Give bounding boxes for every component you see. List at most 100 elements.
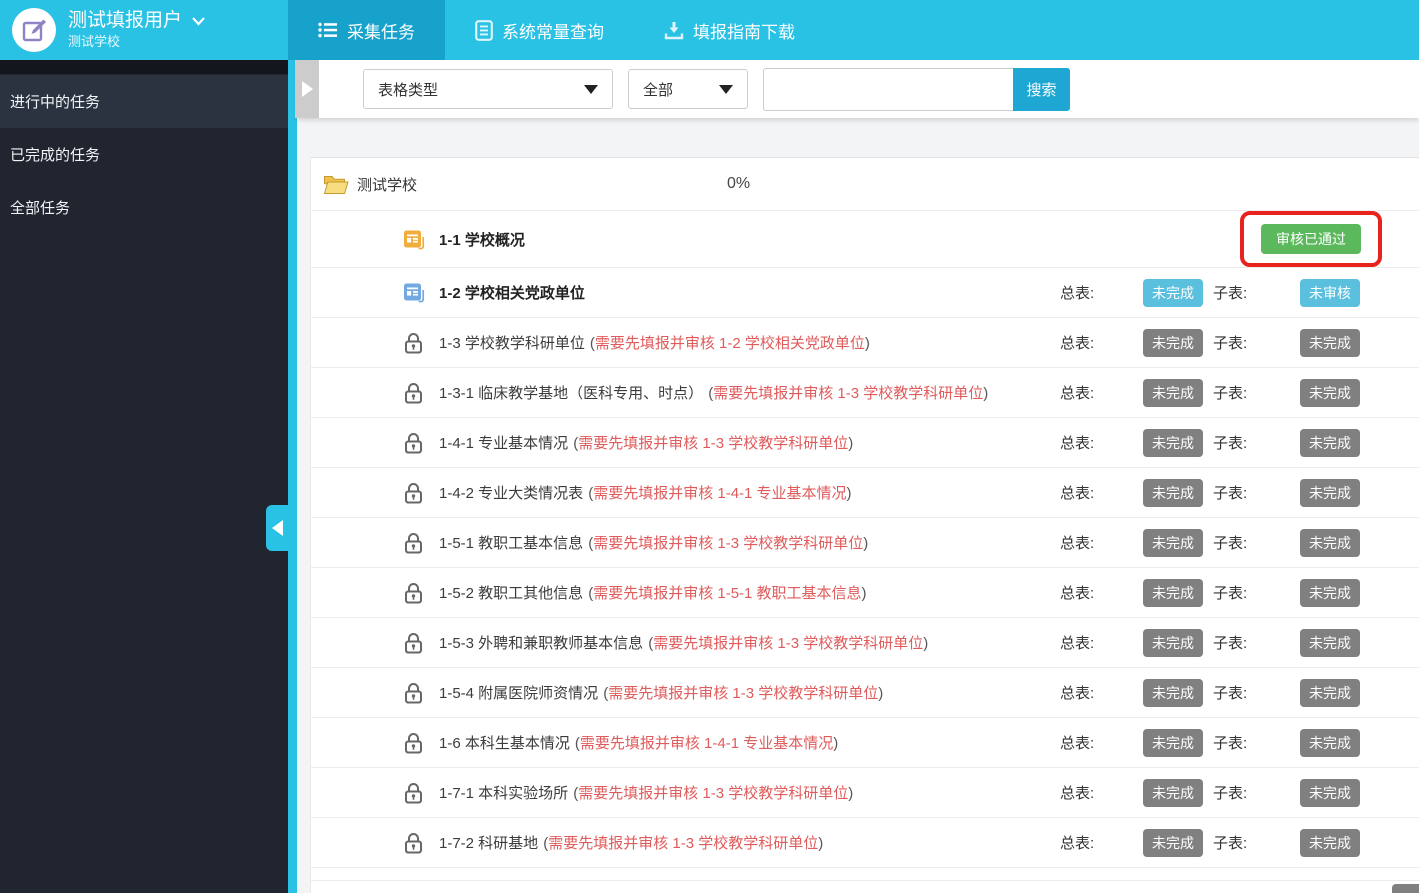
task-row[interactable]: 1-3 学校教学科研单位 (需要先填报并审核 1-2 学校相关党政单位) 总表:… (311, 318, 1419, 368)
task-row[interactable]: 1-3-1 临床教学基地（医科专用、时点） (需要先填报并审核 1-3 学校教学… (311, 368, 1419, 418)
status-area: 总表: 未完成 子表: 未完成 (1060, 828, 1419, 857)
status-badge: 未完成 (1143, 628, 1203, 657)
task-dependency-note: (需要先填报并审核 1-3 学校教学科研单位) (573, 785, 854, 802)
task-row[interactable]: 1-4-2 专业大类情况表 (需要先填报并审核 1-4-1 专业基本情况) 总表… (311, 468, 1419, 518)
tab-guide-download[interactable]: 填报指南下载 (634, 0, 825, 60)
caret-down-icon (584, 84, 598, 94)
task-row[interactable]: 1-2 学校相关党政单位 总表: 未完成 子表: 未审核 (311, 268, 1419, 318)
status-badge: 未完成 (1300, 328, 1360, 357)
task-row[interactable]: 1-4-1 专业基本情况 (需要先填报并审核 1-3 学校教学科研单位) 总表:… (311, 418, 1419, 468)
status-badge: 未完成 (1143, 728, 1203, 757)
status-filter-select[interactable]: 全部 (628, 69, 748, 109)
top-header: 测试填报用户 测试学校 采集任务 系统常量查询 填报指南下载 (0, 0, 1419, 60)
main-table-label: 总表: (1060, 335, 1095, 352)
user-text: 测试填报用户 测试学校 (68, 10, 206, 50)
status-badge: 未完成 (1300, 828, 1360, 857)
arrow-right-icon (301, 81, 313, 97)
avatar (12, 8, 56, 52)
school-group-row[interactable]: 测试学校 0% (311, 158, 1419, 211)
task-dependency-note: (需要先填报并审核 1-5-1 教职工基本信息) (588, 585, 867, 602)
sidebar-collapse-button[interactable] (266, 505, 289, 551)
main-table-label: 总表: (1060, 835, 1095, 852)
main-table-label: 总表: (1060, 785, 1095, 802)
task-title: 1-3-1 临床教学基地（医科专用、时点） (439, 385, 704, 402)
folder-icon (323, 176, 349, 194)
search-button[interactable]: 搜索 (1013, 67, 1070, 111)
sidebar-item-all-tasks[interactable]: 全部任务 (0, 181, 288, 234)
task-title: 1-2 学校相关党政单位 (439, 285, 585, 302)
status-area: 总表: 未完成 子表: 未完成 (1060, 678, 1419, 707)
sidebar-item-label: 全部任务 (10, 200, 71, 217)
status-badge: 未完成 (1300, 428, 1360, 457)
tab-system-constants[interactable]: 系统常量查询 (445, 0, 634, 60)
lock-icon (403, 831, 429, 855)
sub-table-label: 子表: (1213, 785, 1248, 802)
status-area: 总表: 未完成 子表: 未完成 (1060, 528, 1419, 557)
document-icon (475, 19, 493, 41)
task-row[interactable]: 1-7-2 科研基地 (需要先填报并审核 1-3 学校教学科研单位) 总表: 未完… (311, 818, 1419, 868)
lock-icon (403, 381, 429, 405)
lock-icon (403, 631, 429, 655)
sidebar-item-label: 已完成的任务 (10, 147, 101, 164)
status-badge: 未完成 (1300, 778, 1360, 807)
lock-icon (403, 781, 429, 805)
main-table-label: 总表: (1060, 585, 1095, 602)
tab-label: 系统常量查询 (502, 22, 604, 42)
task-row[interactable]: 1-5-1 教职工基本信息 (需要先填报并审核 1-3 学校教学科研单位) 总表… (311, 518, 1419, 568)
sub-table-label: 子表: (1213, 435, 1248, 452)
table-type-select[interactable]: 表格类型 (363, 69, 613, 109)
sidebar-item-completed-tasks[interactable]: 已完成的任务 (0, 128, 288, 181)
task-row[interactable]: 1-1 学校概况 审核已通过 (311, 211, 1419, 268)
task-dependency-note: (需要先填报并审核 1-4-1 专业基本情况) (574, 735, 839, 752)
status-area: 总表: 未完成 子表: 未完成 (1060, 728, 1419, 757)
lock-icon (403, 731, 429, 755)
task-title: 1-5-1 教职工基本信息 (439, 535, 584, 552)
status-badge: 未完成 (1300, 478, 1360, 507)
main-table-label: 总表: (1060, 735, 1095, 752)
tab-label: 采集任务 (347, 22, 415, 42)
task-row[interactable]: 1-5-2 教职工其他信息 (需要先填报并审核 1-5-1 教职工基本信息) 总… (311, 568, 1419, 618)
sidebar: 进行中的任务 已完成的任务 全部任务 (0, 60, 288, 893)
task-row[interactable]: 1-5-3 外聘和兼职教师基本信息 (需要先填报并审核 1-3 学校教学科研单位… (311, 618, 1419, 668)
task-row[interactable]: 1-5-4 附属医院师资情况 (需要先填报并审核 1-3 学校教学科研单位) 总… (311, 668, 1419, 718)
task-title: 1-7-1 本科实验场所 (439, 785, 569, 802)
task-dependency-note: (需要先填报并审核 1-3 学校教学科研单位) (708, 385, 989, 402)
group-name: 测试学校 (357, 176, 418, 194)
main-table-label: 总表: (1060, 685, 1095, 702)
main-table-label: 总表: (1060, 435, 1095, 452)
main-table-label: 总表: (1060, 385, 1095, 402)
task-row[interactable]: 1-6 本科生基本情况 (需要先填报并审核 1-4-1 专业基本情况) 总表: 未… (311, 718, 1419, 768)
task-dependency-note: (需要先填报并审核 1-3 学校教学科研单位) (543, 835, 824, 852)
sub-table-label: 子表: (1213, 635, 1248, 652)
lock-icon (403, 331, 429, 355)
app-window: 测试填报用户 测试学校 采集任务 系统常量查询 填报指南下载 进行中的任务 已完… (0, 0, 1419, 893)
task-dependency-note: (需要先填报并审核 1-3 学校教学科研单位) (603, 685, 884, 702)
list-icon (318, 22, 337, 38)
partial-status-badge (1392, 884, 1419, 893)
search-input[interactable] (763, 67, 1013, 111)
sub-table-label: 子表: (1213, 585, 1248, 602)
main-nav: 采集任务 系统常量查询 填报指南下载 (288, 0, 825, 60)
status-area: 总表: 未完成 子表: 未完成 (1060, 428, 1419, 457)
status-badge: 未完成 (1143, 778, 1203, 807)
panel-expand-handle[interactable] (295, 60, 319, 118)
task-row[interactable]: 1-7-1 本科实验场所 (需要先填报并审核 1-3 学校教学科研单位) 总表:… (311, 768, 1419, 818)
lock-icon (403, 581, 429, 605)
sub-table-label: 子表: (1213, 335, 1248, 352)
status-badge: 未完成 (1300, 578, 1360, 607)
status-badge: 未完成 (1300, 678, 1360, 707)
status-badge: 未完成 (1143, 378, 1203, 407)
status-badge: 未完成 (1300, 628, 1360, 657)
tab-collection-tasks[interactable]: 采集任务 (288, 0, 445, 60)
task-dependency-note: (需要先填报并审核 1-3 学校教学科研单位) (573, 435, 854, 452)
status-badge: 未完成 (1143, 278, 1203, 307)
user-menu[interactable]: 测试填报用户 测试学校 (0, 0, 288, 60)
search-group: 搜索 (763, 67, 1070, 111)
status-badge: 未完成 (1300, 378, 1360, 407)
lock-icon (403, 431, 429, 455)
task-dependency-note: (需要先填报并审核 1-3 学校教学科研单位) (648, 635, 929, 652)
sub-table-label: 子表: (1213, 735, 1248, 752)
status-area: 总表: 未完成 子表: 未完成 (1060, 578, 1419, 607)
status-badge: 未完成 (1143, 678, 1203, 707)
sidebar-item-in-progress-tasks[interactable]: 进行中的任务 (0, 75, 288, 128)
